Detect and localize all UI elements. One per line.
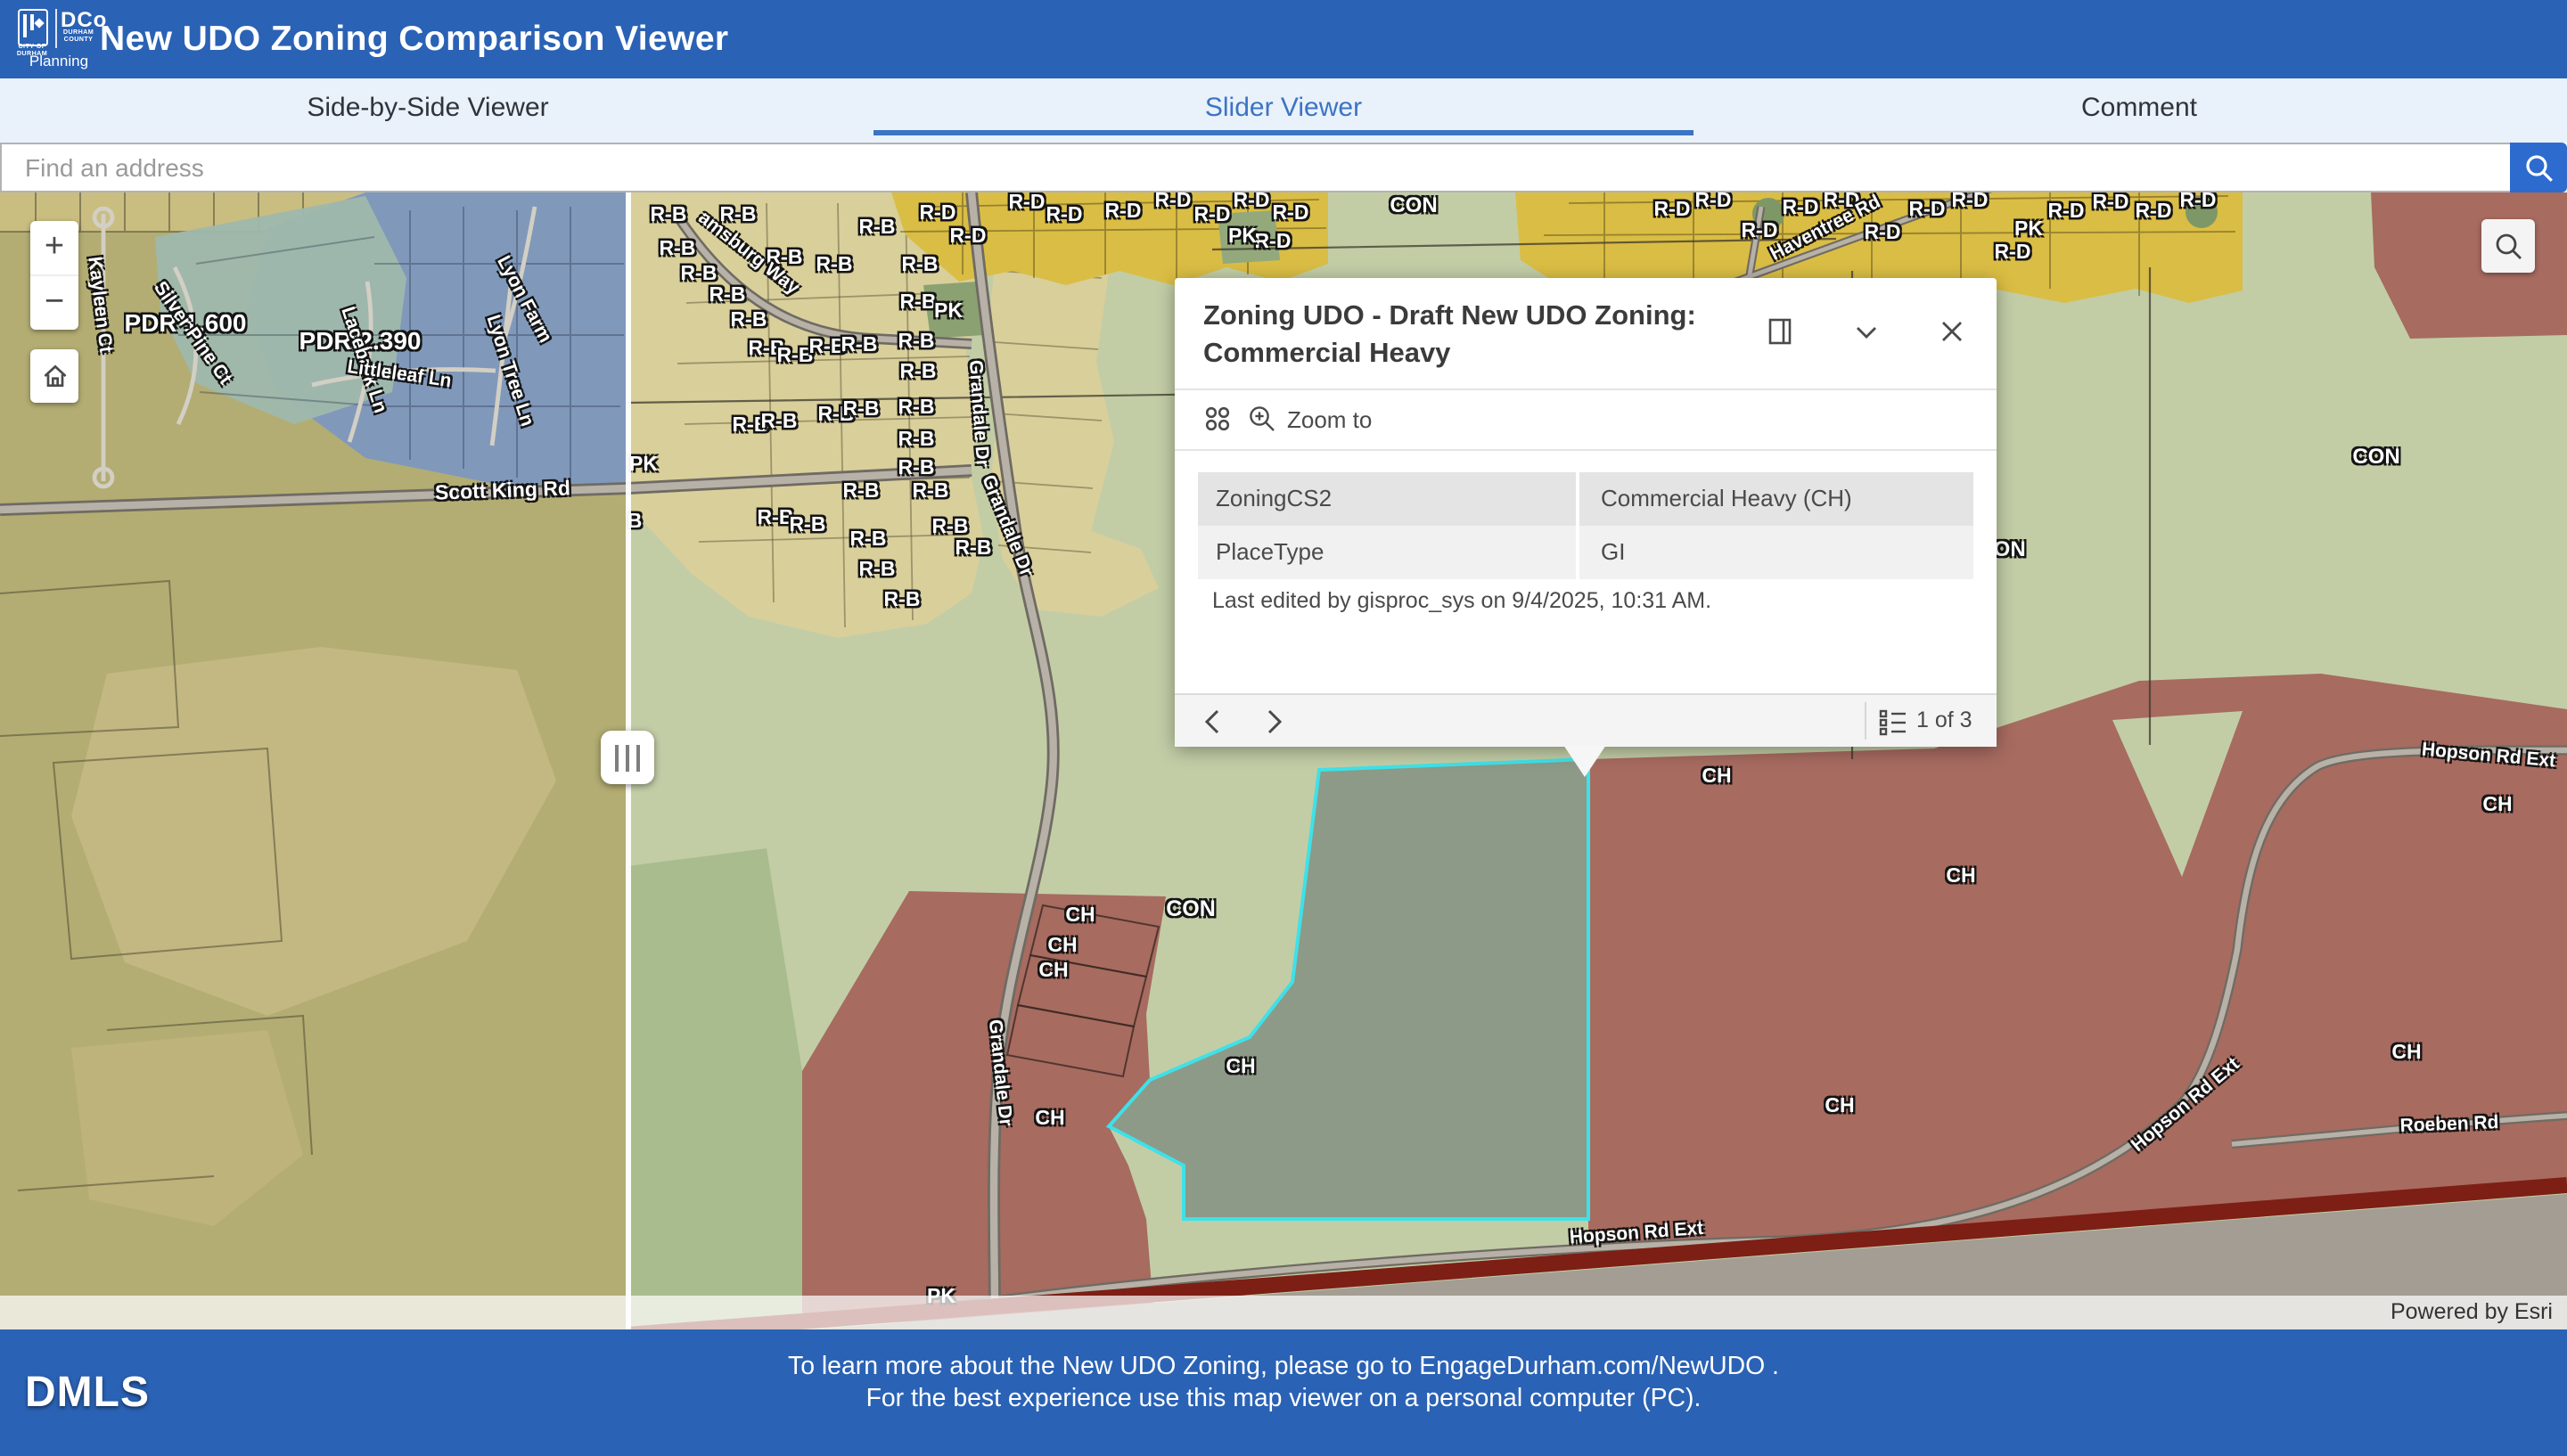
chevron-down-icon[interactable] bbox=[1852, 317, 1881, 346]
app-root: CITY OF DURHAM DCo DURHAM COUNTY Plannin… bbox=[0, 0, 2567, 1456]
address-search-bar bbox=[0, 143, 2567, 192]
search-button[interactable] bbox=[2510, 143, 2567, 192]
pagination-count: 1 of 3 bbox=[1916, 695, 1972, 747]
zoom-out-button[interactable]: − bbox=[30, 274, 78, 330]
page-footer: DMLS To learn more about the New UDO Zon… bbox=[0, 1329, 2567, 1456]
last-edited-text: Last edited by gisproc_sys on 9/4/2025, … bbox=[1212, 588, 1711, 613]
zoom-in-button[interactable]: + bbox=[30, 221, 78, 274]
zoom-to-button[interactable]: Zoom to bbox=[1287, 390, 1372, 449]
logo-divider bbox=[54, 9, 56, 48]
home-icon bbox=[40, 362, 69, 390]
footer-text: To learn more about the New UDO Zoning, … bbox=[0, 1353, 2567, 1415]
field-value: GI bbox=[1579, 526, 1973, 579]
table-row: ZoningCS2 Commercial Heavy (CH) bbox=[1198, 472, 1973, 526]
app-header: CITY OF DURHAM DCo DURHAM COUNTY Plannin… bbox=[0, 0, 2567, 78]
footer-line-2: For the best experience use this map vie… bbox=[0, 1384, 2567, 1415]
close-icon[interactable] bbox=[1938, 317, 1966, 346]
field-value: Commercial Heavy (CH) bbox=[1579, 472, 1973, 526]
field-name: ZoningCS2 bbox=[1198, 472, 1576, 526]
search-input[interactable] bbox=[0, 143, 2510, 192]
previous-feature-button[interactable] bbox=[1196, 704, 1232, 740]
next-feature-button[interactable] bbox=[1255, 704, 1291, 740]
footer-line-1: To learn more about the New UDO Zoning, … bbox=[0, 1353, 2567, 1384]
feature-popup: Zoning UDO - Draft New UDO Zoning: Comme… bbox=[1175, 278, 1997, 747]
table-row: PlaceType GI bbox=[1198, 526, 1973, 579]
active-tab-underline bbox=[873, 130, 1694, 135]
map-search-icon bbox=[2493, 231, 2523, 261]
dock-icon[interactable] bbox=[1767, 317, 1795, 346]
esri-attribution: Powered by Esri bbox=[0, 1296, 2567, 1329]
logo-dept-label: Planning bbox=[18, 52, 100, 70]
feature-list-icon[interactable] bbox=[1879, 708, 1907, 736]
popup-title: Zoning UDO - Draft New UDO Zoning: Comme… bbox=[1203, 298, 1752, 372]
county-logo-text: DURHAM COUNTY bbox=[57, 30, 100, 44]
zoom-to-icon bbox=[1248, 405, 1276, 433]
tab-side-by-side-viewer[interactable]: Side-by-Side Viewer bbox=[0, 78, 856, 143]
footer-divider bbox=[1865, 702, 1866, 740]
swipe-slider-handle[interactable] bbox=[601, 731, 654, 784]
city-of-durham-icon bbox=[18, 9, 48, 46]
popup-pointer bbox=[1563, 745, 1606, 777]
map-search-button[interactable] bbox=[2481, 219, 2535, 273]
popup-action-bar: Zoom to bbox=[1175, 390, 1997, 449]
field-name: PlaceType bbox=[1198, 526, 1576, 579]
page-title: New UDO Zoning Comparison Viewer bbox=[100, 0, 729, 78]
feature-menu-icon[interactable] bbox=[1203, 405, 1232, 433]
popup-footer: 1 of 3 bbox=[1175, 693, 1997, 747]
home-button[interactable] bbox=[30, 349, 78, 403]
search-icon bbox=[2523, 152, 2554, 183]
tab-comment[interactable]: Comment bbox=[1711, 78, 2567, 143]
zoom-control: + − bbox=[30, 221, 78, 330]
